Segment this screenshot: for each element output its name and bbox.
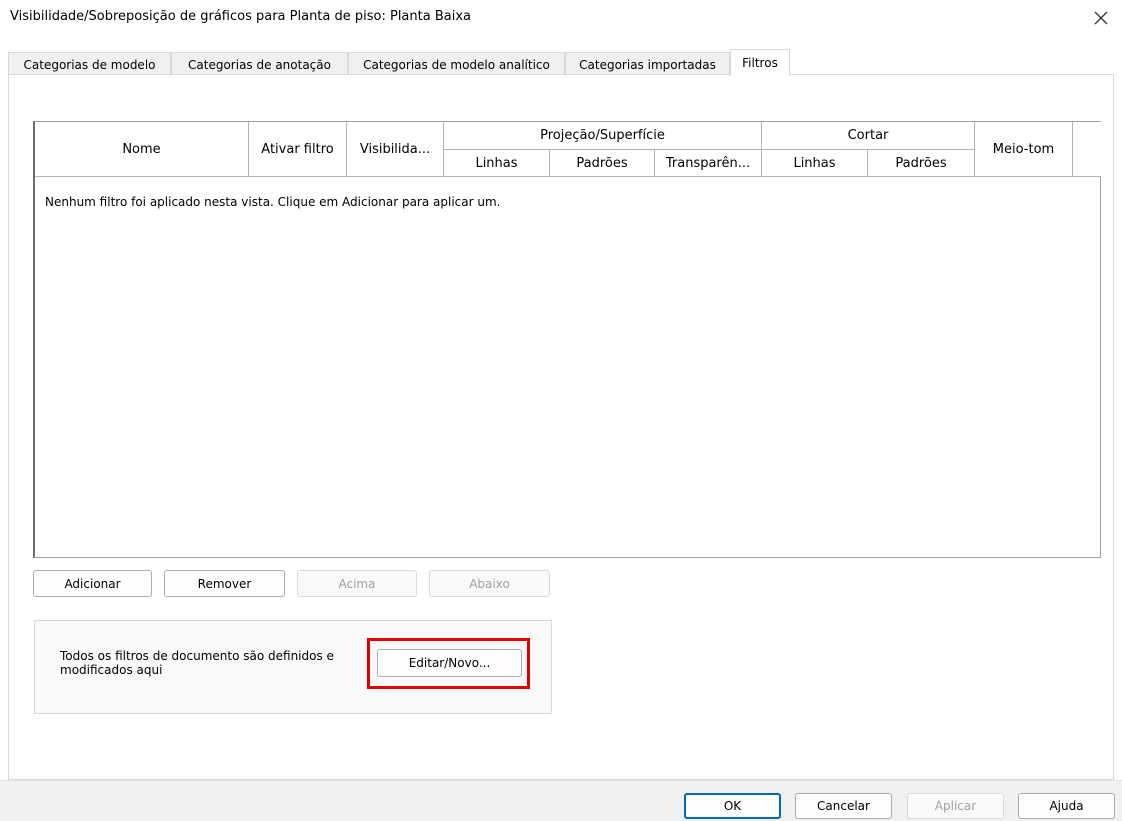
add-button[interactable]: Adicionar	[33, 570, 152, 597]
remove-button[interactable]: Remover	[164, 570, 285, 597]
help-button[interactable]: Ajuda	[1018, 793, 1115, 819]
column-header-ativar-filtro[interactable]: Ativar filtro	[249, 122, 347, 177]
move-down-button[interactable]: Abaixo	[429, 570, 550, 597]
column-header-projecao-transparencia[interactable]: Transparên...	[655, 150, 762, 177]
tab-filtros[interactable]: Filtros	[730, 49, 790, 76]
filters-tab-panel: Nome Ativar filtro Visibilida... Projeçã…	[8, 74, 1114, 780]
window-title: Visibilidade/Sobreposição de gráficos pa…	[10, 9, 471, 24]
column-header-visibilidade[interactable]: Visibilida...	[347, 122, 444, 177]
apply-button[interactable]: Aplicar	[907, 793, 1004, 819]
tab-categorias-anotacao[interactable]: Categorias de anotação	[171, 52, 348, 76]
document-filters-group: Todos os filtros de documento são defini…	[34, 620, 552, 714]
filters-table: Nome Ativar filtro Visibilida... Projeçã…	[33, 121, 1101, 558]
column-header-meio-tom[interactable]: Meio-tom	[975, 122, 1073, 177]
column-header-cortar-padroes[interactable]: Padrões	[868, 150, 975, 177]
edit-new-button[interactable]: Editar/Novo...	[377, 649, 522, 677]
empty-table-message: Nenhum filtro foi aplicado nesta vista. …	[45, 195, 501, 209]
column-header-filler	[1073, 122, 1101, 177]
tab-categorias-modelo-analitico[interactable]: Categorias de modelo analítico	[348, 52, 565, 76]
column-header-cortar-linhas[interactable]: Linhas	[762, 150, 868, 177]
tab-categorias-modelo[interactable]: Categorias de modelo	[8, 52, 171, 76]
close-button[interactable]	[1084, 2, 1118, 34]
column-header-projecao-linhas[interactable]: Linhas	[444, 150, 550, 177]
column-group-cortar: Cortar	[762, 122, 975, 150]
tab-categorias-importadas[interactable]: Categorias importadas	[565, 52, 730, 76]
document-filters-description: Todos os filtros de documento são defini…	[60, 649, 334, 677]
close-icon	[1094, 11, 1108, 25]
cancel-button[interactable]: Cancelar	[795, 793, 892, 819]
title-bar: Visibilidade/Sobreposição de gráficos pa…	[0, 0, 1122, 36]
column-header-projecao-padroes[interactable]: Padrões	[550, 150, 655, 177]
column-header-nome[interactable]: Nome	[35, 122, 249, 177]
ok-button[interactable]: OK	[684, 793, 781, 819]
column-group-projecao-superficie: Projeção/Superfície	[444, 122, 762, 150]
dialog-footer: OK Cancelar Aplicar Ajuda	[0, 780, 1122, 821]
move-up-button[interactable]: Acima	[297, 570, 417, 597]
